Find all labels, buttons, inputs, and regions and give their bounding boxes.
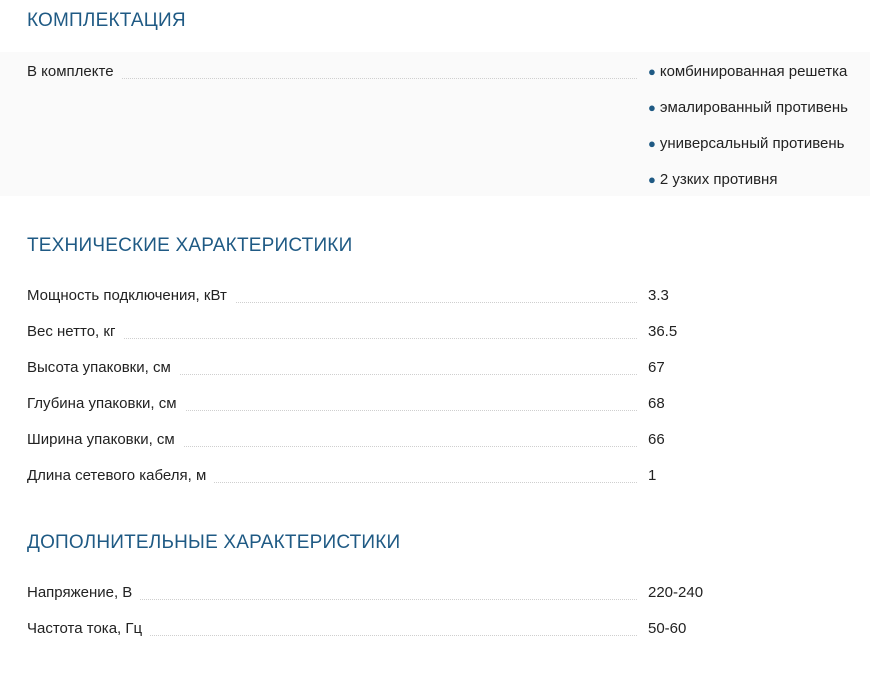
list-item: ● комбинированная решетка <box>648 63 848 80</box>
spec-label: Высота упаковки, см <box>27 358 179 378</box>
kit-block: В комплекте ● комбинированная решетка ● эм… <box>0 52 870 196</box>
list-item: ● эмалированный противень <box>648 99 848 116</box>
section-title-kit: КОМПЛЕКТАЦИЯ <box>27 10 186 31</box>
section-title-tech: ТЕХНИЧЕСКИЕ ХАРАКТЕРИСТИКИ <box>27 235 353 256</box>
section-title-extra: ДОПОЛНИТЕЛЬНЫЕ ХАРАКТЕРИСТИКИ <box>27 532 401 553</box>
bullet-icon: ● <box>648 64 656 79</box>
bullet-icon: ● <box>648 100 656 115</box>
spec-value: 67 <box>648 359 665 376</box>
spec-row: Мощность подключения, кВт 3.3 <box>27 286 870 310</box>
spec-row: Частота тока, Гц 50-60 <box>27 619 870 643</box>
spec-label: Напряжение, В <box>27 583 141 603</box>
bullet-icon: ● <box>648 172 656 187</box>
spec-row: Вес нетто, кг 36.5 <box>27 322 870 346</box>
spec-value: 1 <box>648 467 657 484</box>
spec-value: 50-60 <box>648 620 687 637</box>
spec-value: 36.5 <box>648 323 678 340</box>
spec-label: Вес нетто, кг <box>27 322 124 342</box>
spec-row: Ширина упаковки, см 66 <box>27 430 870 454</box>
spec-row: Высота упаковки, см 67 <box>27 358 870 382</box>
spec-label: Мощность подключения, кВт <box>27 286 235 306</box>
spec-value: 3.3 <box>648 287 669 304</box>
spec-label: Частота тока, Гц <box>27 619 151 639</box>
spec-row: Длина сетевого кабеля, м 1 <box>27 466 870 490</box>
list-item: ● 2 узких противня <box>648 171 778 188</box>
spec-label: Длина сетевого кабеля, м <box>27 466 215 486</box>
spec-row: Глубина упаковки, см 68 <box>27 394 870 418</box>
kit-items-list: ● комбинированная решетка ● эмалированный … <box>648 62 848 206</box>
spec-value: 66 <box>648 431 665 448</box>
spec-value: 220-240 <box>648 584 704 601</box>
spec-value: 68 <box>648 395 665 412</box>
spec-label: Ширина упаковки, см <box>27 430 183 450</box>
spec-row: Напряжение, В 220-240 <box>27 583 870 607</box>
spec-label: Глубина упаковки, см <box>27 394 185 414</box>
list-item: ● универсальный противень <box>648 135 845 152</box>
spec-label: В комплекте <box>27 62 122 82</box>
bullet-icon: ● <box>648 136 656 151</box>
